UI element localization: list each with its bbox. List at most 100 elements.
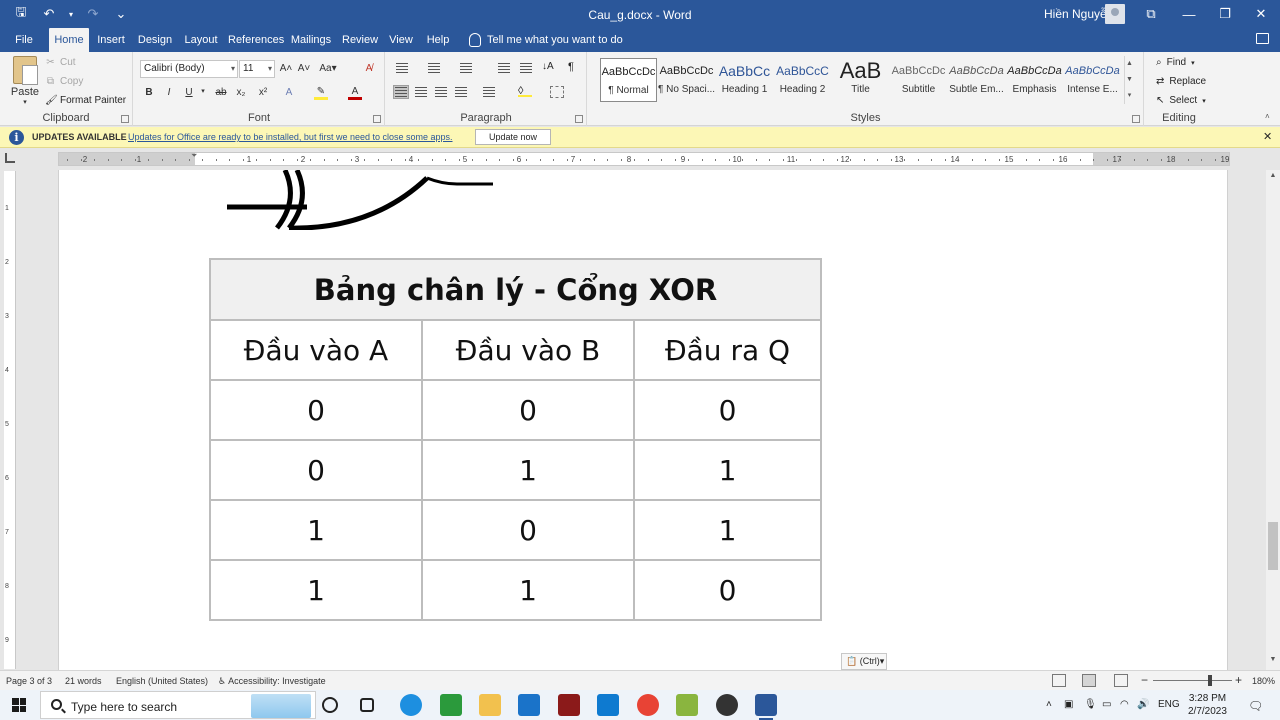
superscript-button[interactable]: x² — [256, 87, 270, 98]
user-name[interactable]: Hiền Nguyễn — [1044, 7, 1113, 21]
paste-options-button[interactable]: 📋 (Ctrl)▾ — [841, 653, 887, 670]
print-layout-icon[interactable] — [1082, 674, 1096, 687]
style-subtle-emphasis[interactable]: AaBbCcDa Subtle Em... — [948, 58, 1005, 102]
word-icon[interactable] — [755, 694, 777, 720]
tab-insert[interactable]: Insert — [94, 28, 128, 52]
style-intense-emphasis[interactable]: AaBbCcDa Intense E... — [1064, 58, 1121, 102]
read-mode-icon[interactable] — [1052, 674, 1066, 687]
zoom-slider[interactable] — [1153, 680, 1232, 681]
vscode-icon[interactable] — [597, 694, 619, 716]
justify-icon[interactable] — [454, 86, 468, 98]
xbox-icon[interactable] — [440, 694, 462, 716]
text-effects-icon[interactable]: A — [282, 87, 296, 98]
style-heading-1[interactable]: AaBbCc Heading 1 — [716, 58, 773, 102]
chrome-icon[interactable] — [637, 694, 659, 716]
style-emphasis[interactable]: AaBbCcDa Emphasis — [1006, 58, 1063, 102]
volume-icon[interactable]: 🔊 — [1137, 699, 1149, 710]
task-view-icon[interactable] — [360, 698, 374, 712]
first-line-indent-marker[interactable]: ⏷ — [191, 151, 197, 161]
mail-icon[interactable] — [518, 694, 540, 716]
zoom-level[interactable]: 180% — [1252, 676, 1275, 686]
file-explorer-icon[interactable] — [479, 694, 501, 716]
taskbar-search-input[interactable]: Type here to search — [40, 691, 316, 719]
vertical-ruler[interactable]: 12345678910 — [4, 171, 16, 698]
multilevel-list-icon[interactable] — [458, 62, 472, 74]
style-heading-2[interactable]: AaBbCcC Heading 2 — [774, 58, 831, 102]
clear-formatting-icon[interactable]: A̸ — [362, 63, 376, 74]
tab-help[interactable]: Help — [424, 28, 452, 52]
accessibility-status[interactable]: ♿ Accessibility: Investigate — [218, 676, 326, 687]
zoom-out-button[interactable]: − — [1141, 673, 1148, 687]
line-spacing-icon[interactable] — [482, 86, 496, 98]
find-button[interactable]: ⌕ Find ▾ — [1156, 57, 1195, 68]
tab-references[interactable]: References — [228, 28, 284, 52]
font-family-select[interactable]: Calibri (Body) ▾ — [140, 60, 238, 78]
select-button[interactable]: ↖ Select ▾ — [1156, 95, 1206, 106]
numbering-icon[interactable] — [426, 62, 440, 74]
change-case-icon[interactable]: Aa▾ — [317, 63, 339, 74]
tab-view[interactable]: View — [387, 28, 415, 52]
word-count[interactable]: 21 words — [65, 676, 102, 686]
bullets-icon[interactable] — [394, 62, 408, 74]
paragraph-launcher-icon[interactable] — [575, 115, 583, 123]
avatar[interactable] — [1105, 4, 1125, 24]
align-right-icon[interactable] — [434, 86, 448, 98]
show-hidden-icons[interactable]: ˄ — [1046, 699, 1052, 710]
edge-icon[interactable] — [400, 694, 422, 716]
copy-button[interactable]: ⧉ Copy — [45, 76, 83, 87]
more-styles-icon[interactable]: ▾ — [1125, 88, 1134, 104]
styles-gallery-scroller[interactable]: ▲ ▼ ▾ — [1124, 56, 1134, 104]
increase-indent-icon[interactable] — [518, 62, 532, 74]
tab-selector-icon[interactable] — [5, 153, 15, 163]
shrink-font-icon[interactable]: A˅ — [297, 63, 311, 74]
font-size-select[interactable]: 11 ▾ — [239, 60, 275, 78]
vertical-scrollbar[interactable]: ▲ ▼ — [1266, 170, 1280, 670]
style-title[interactable]: AaB Title — [832, 58, 889, 102]
pdf-reader-icon[interactable] — [558, 694, 580, 716]
align-left-icon[interactable] — [393, 85, 409, 99]
highlight-color-icon[interactable]: ✎ — [314, 86, 328, 100]
font-launcher-icon[interactable] — [373, 115, 381, 123]
tab-mailings[interactable]: Mailings — [289, 28, 333, 52]
comments-icon[interactable] — [1256, 33, 1269, 44]
wifi-icon[interactable]: ◠ — [1120, 699, 1129, 710]
close-icon[interactable]: ✕ — [1263, 130, 1272, 143]
scroll-down-icon[interactable]: ▼ — [1266, 656, 1280, 668]
language-indicator[interactable]: English (United States) — [116, 676, 208, 686]
style-no-spacing[interactable]: AaBbCcDc ¶ No Spaci... — [658, 58, 715, 102]
input-language[interactable]: ENG — [1158, 699, 1180, 710]
shading-icon[interactable]: ◊ — [518, 85, 532, 97]
horizontal-ruler[interactable]: 2 1 1 2 3 4 5 6 7 8 9 10 11 12 13 14 15 16 17 18 19 ⏷ — [58, 151, 1230, 166]
style-subtitle[interactable]: AaBbCcDc Subtitle — [890, 58, 947, 102]
clipboard-launcher-icon[interactable] — [121, 115, 129, 123]
italic-button[interactable]: I — [162, 87, 176, 98]
clock[interactable]: 3:28 PM 2/7/2023 — [1188, 692, 1227, 718]
network-drive-icon[interactable]: ▣ — [1064, 699, 1073, 710]
styles-launcher-icon[interactable] — [1132, 115, 1140, 123]
tell-me-box[interactable]: Tell me what you want to do — [469, 33, 623, 47]
page-count[interactable]: Page 3 of 3 — [6, 676, 52, 686]
network-icon[interactable]: ▭ — [1102, 699, 1111, 710]
grow-font-icon[interactable]: A˄ — [279, 63, 293, 74]
zoom-in-button[interactable]: + — [1235, 673, 1242, 687]
sort-icon[interactable]: ↓A — [542, 61, 556, 73]
message-link[interactable]: Updates for Office are ready to be insta… — [128, 132, 453, 142]
notifications-icon[interactable]: 🗨 — [1248, 699, 1263, 713]
close-button[interactable]: ✕ — [1238, 0, 1280, 28]
borders-icon[interactable] — [550, 86, 564, 98]
zoom-slider-thumb[interactable] — [1207, 675, 1212, 686]
chevron-down-icon[interactable]: ▼ — [1125, 72, 1134, 88]
media-icon[interactable] — [716, 694, 738, 716]
decrease-indent-icon[interactable] — [496, 62, 510, 74]
tab-layout[interactable]: Layout — [182, 28, 220, 52]
scroll-up-icon[interactable]: ▲ — [1266, 172, 1280, 184]
strikethrough-button[interactable]: ab — [214, 87, 228, 98]
tab-home[interactable]: Home — [49, 28, 89, 52]
subscript-button[interactable]: x₂ — [234, 87, 248, 98]
cut-button[interactable]: ✂ Cut — [45, 57, 75, 68]
update-now-button[interactable]: Update now — [475, 129, 551, 145]
tab-design[interactable]: Design — [136, 28, 174, 52]
chevron-up-icon[interactable]: ▲ — [1125, 56, 1134, 72]
format-painter-button[interactable]: 🖌 Format Painter — [45, 95, 126, 106]
microphone-icon[interactable]: 🎙 — [1084, 699, 1097, 710]
